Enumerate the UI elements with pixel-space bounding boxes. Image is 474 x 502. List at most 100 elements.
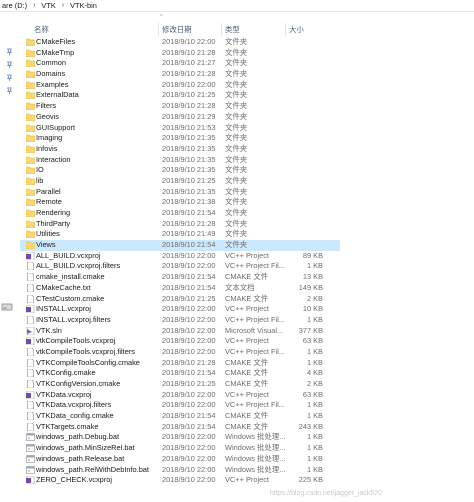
file-row[interactable]: Rendering 2018/9/10 21:54 文件夹 xyxy=(20,208,340,219)
file-type: VC++ Project Fil... xyxy=(225,261,285,271)
folder-icon xyxy=(26,102,35,111)
file-name: ZERO_CHECK.vcxproj xyxy=(36,475,112,485)
file-type: 文件夹 xyxy=(225,133,248,143)
file-type: VC++ Project Fil... xyxy=(225,314,285,324)
file-row[interactable]: vtkCompileTools.vcxproj.filters 2018/9/10… xyxy=(20,347,340,358)
file-date: 2018/9/10 22:00 xyxy=(162,432,216,442)
document-icon xyxy=(27,412,34,421)
file-name: Examples xyxy=(36,79,69,89)
file-row[interactable]: VTKCompileToolsConfig.cmake 2018/9/10 21:… xyxy=(20,358,340,369)
chevron-right-icon[interactable]: › xyxy=(29,0,39,11)
file-size: 2 KB xyxy=(306,293,323,303)
pin-icon[interactable] xyxy=(6,87,13,94)
vcxproj-file-icon xyxy=(26,390,35,399)
file-row[interactable]: Parallel 2018/9/10 21:35 文件夹 xyxy=(20,187,340,198)
document-icon xyxy=(27,273,34,282)
file-row[interactable]: ExternalData 2018/9/10 21:25 文件夹 xyxy=(20,90,340,101)
file-name: Domains xyxy=(36,69,66,79)
file-row[interactable]: Interaction 2018/9/10 21:35 文件夹 xyxy=(20,155,340,166)
file-row[interactable]: Imaging 2018/9/10 21:35 文件夹 xyxy=(20,133,340,144)
file-type: 文件夹 xyxy=(225,101,248,111)
file-row[interactable]: VTK.sln 2018/9/10 22:00 Microsoft Visual..… xyxy=(20,326,340,337)
file-date: 2018/9/10 22:00 xyxy=(162,314,216,324)
file-row[interactable]: windows_path.RelWithDebInfo.bat 2018/9/10… xyxy=(20,465,340,476)
file-row[interactable]: CTestCustom.cmake 2018/9/10 21:25 CMAKE 文件… xyxy=(20,294,340,305)
file-row[interactable]: IO 2018/9/10 21:35 文件夹 xyxy=(20,165,340,176)
file-row[interactable]: cmake_install.cmake 2018/9/10 21:54 CMAKE … xyxy=(20,272,340,283)
pin-icon[interactable] xyxy=(6,48,13,55)
file-row[interactable]: Filters 2018/9/10 21:28 文件夹 xyxy=(20,101,340,112)
file-row[interactable]: INSTALL.vcxproj.filters 2018/9/10 22:00 VC… xyxy=(20,315,340,326)
file-row[interactable]: CMakeCache.txt 2018/9/10 21:54 文本文档 149 KB xyxy=(20,283,340,294)
file-date: 2018/9/10 21:54 xyxy=(162,421,216,431)
file-row[interactable]: vtkCompileTools.vcxproj 2018/9/10 22:00 VC… xyxy=(20,336,340,347)
file-row[interactable]: Utilities 2018/9/10 21:49 文件夹 xyxy=(20,229,340,240)
file-row[interactable]: Views 2018/9/10 21:54 文件夹 xyxy=(20,240,340,251)
file-row[interactable]: GUISupport 2018/9/10 21:53 文件夹 xyxy=(20,123,340,134)
folder-icon xyxy=(26,231,35,239)
column-name-header[interactable]: 名称 xyxy=(20,23,158,36)
file-type: CMAKE 文件 xyxy=(225,357,269,367)
file-date: 2018/9/10 22:00 xyxy=(162,304,216,314)
folder-icon xyxy=(26,156,35,164)
file-size: 63 KB xyxy=(302,389,323,399)
folder-icon xyxy=(26,38,35,46)
file-row[interactable]: lib 2018/9/10 21:25 文件夹 xyxy=(20,176,340,187)
file-row[interactable]: Domains 2018/9/10 21:28 文件夹 xyxy=(20,69,340,80)
file-name: CMakeFiles xyxy=(36,37,76,46)
file-row[interactable]: Geovis 2018/9/10 21:29 文件夹 xyxy=(20,112,340,123)
file-name: Utilities xyxy=(36,229,60,239)
file-type: CMAKE 文件 xyxy=(225,421,269,431)
file-row[interactable]: Examples 2018/9/10 22:00 文件夹 xyxy=(20,80,340,91)
file-row[interactable]: VTKConfigVersion.cmake 2018/9/10 21:25 CMA… xyxy=(20,379,340,390)
sort-up-icon: ^ xyxy=(160,14,163,20)
file-row[interactable]: VTKTargets.cmake 2018/9/10 21:54 CMAKE 文件 2… xyxy=(20,422,340,433)
file-row[interactable]: Common 2018/9/10 21:27 文件夹 xyxy=(20,58,340,69)
file-size: 2 KB xyxy=(306,379,323,388)
breadcrumb-item-drive[interactable]: are (D:) xyxy=(0,0,29,11)
pin-icon[interactable] xyxy=(6,74,13,81)
breadcrumb-item-vtk[interactable]: VTK xyxy=(39,0,57,11)
file-type: VC++ Project xyxy=(225,304,269,314)
file-row[interactable]: windows_path.Release.bat 2018/9/10 22:00 W… xyxy=(20,454,340,465)
file-row[interactable]: VTKData.vcxproj.filters 2018/9/10 22:00 VC… xyxy=(20,400,340,411)
file-date: 2018/9/10 22:00 xyxy=(162,261,216,271)
file-row[interactable]: ALL_BUILD.vcxproj.filters 2018/9/10 22:00… xyxy=(20,261,340,272)
pin-icon[interactable] xyxy=(6,61,13,68)
chevron-right-icon[interactable]: › xyxy=(58,0,68,11)
navigation-pane xyxy=(0,12,20,502)
column-date-header[interactable]: 修改日期 xyxy=(158,23,221,36)
file-row[interactable]: CMakeFiles 2018/9/10 22:00 文件夹 xyxy=(20,37,340,48)
file-name: CMakeTmp xyxy=(36,47,75,57)
file-date: 2018/9/10 21:28 xyxy=(162,357,216,367)
file-date: 2018/9/10 22:00 xyxy=(162,346,216,356)
file-row[interactable]: ALL_BUILD.vcxproj 2018/9/10 22:00 VC++ Pro… xyxy=(20,251,340,262)
file-row[interactable]: windows_path.MinSizeRel.bat 2018/9/10 22:… xyxy=(20,443,340,454)
column-type-header[interactable]: 类型 xyxy=(221,23,285,36)
file-row[interactable]: INSTALL.vcxproj 2018/9/10 22:00 VC++ Proje… xyxy=(20,304,340,315)
file-name: Infovis xyxy=(36,143,58,153)
file-row[interactable]: ThirdParty 2018/9/10 21:28 文件夹 xyxy=(20,219,340,230)
file-row[interactable]: VTKConfig.cmake 2018/9/10 21:54 CMAKE 文件 4 … xyxy=(20,368,340,379)
file-type: 文件夹 xyxy=(225,186,248,196)
file-date: 2018/9/10 22:00 xyxy=(162,250,216,260)
file-size: 1 KB xyxy=(306,400,323,410)
file-type: 文件夹 xyxy=(225,218,248,228)
file-row[interactable]: Remote 2018/9/10 21:38 文件夹 xyxy=(20,197,340,208)
file-type: Windows 批处理... xyxy=(225,432,286,442)
file-name: VTKConfigVersion.cmake xyxy=(36,379,121,388)
file-name: vtkCompileTools.vcxproj xyxy=(36,336,116,346)
file-row[interactable]: CMakeTmp 2018/9/10 21:28 文件夹 xyxy=(20,48,340,59)
column-size-header[interactable]: 大小 xyxy=(285,23,341,36)
file-row[interactable]: ZERO_CHECK.vcxproj 2018/9/10 22:00 VC++ Pr… xyxy=(20,475,340,486)
file-row[interactable]: VTKData_config.cmake 2018/9/10 21:54 CMAKE… xyxy=(20,411,340,422)
file-type: 文件夹 xyxy=(225,37,248,46)
file-row[interactable]: Infovis 2018/9/10 21:35 文件夹 xyxy=(20,144,340,155)
file-row[interactable]: windows_path.Debug.bat 2018/9/10 22:00 Win… xyxy=(20,432,340,443)
file-date: 2018/9/10 22:00 xyxy=(162,443,216,453)
drive-icon[interactable] xyxy=(1,302,13,312)
file-name: ExternalData xyxy=(36,90,79,100)
file-date: 2018/9/10 22:00 xyxy=(162,325,216,335)
breadcrumb-item-vtk-bin[interactable]: VTK-bin xyxy=(68,0,99,11)
file-row[interactable]: VTKData.vcxproj 2018/9/10 22:00 VC++ Proje… xyxy=(20,390,340,401)
